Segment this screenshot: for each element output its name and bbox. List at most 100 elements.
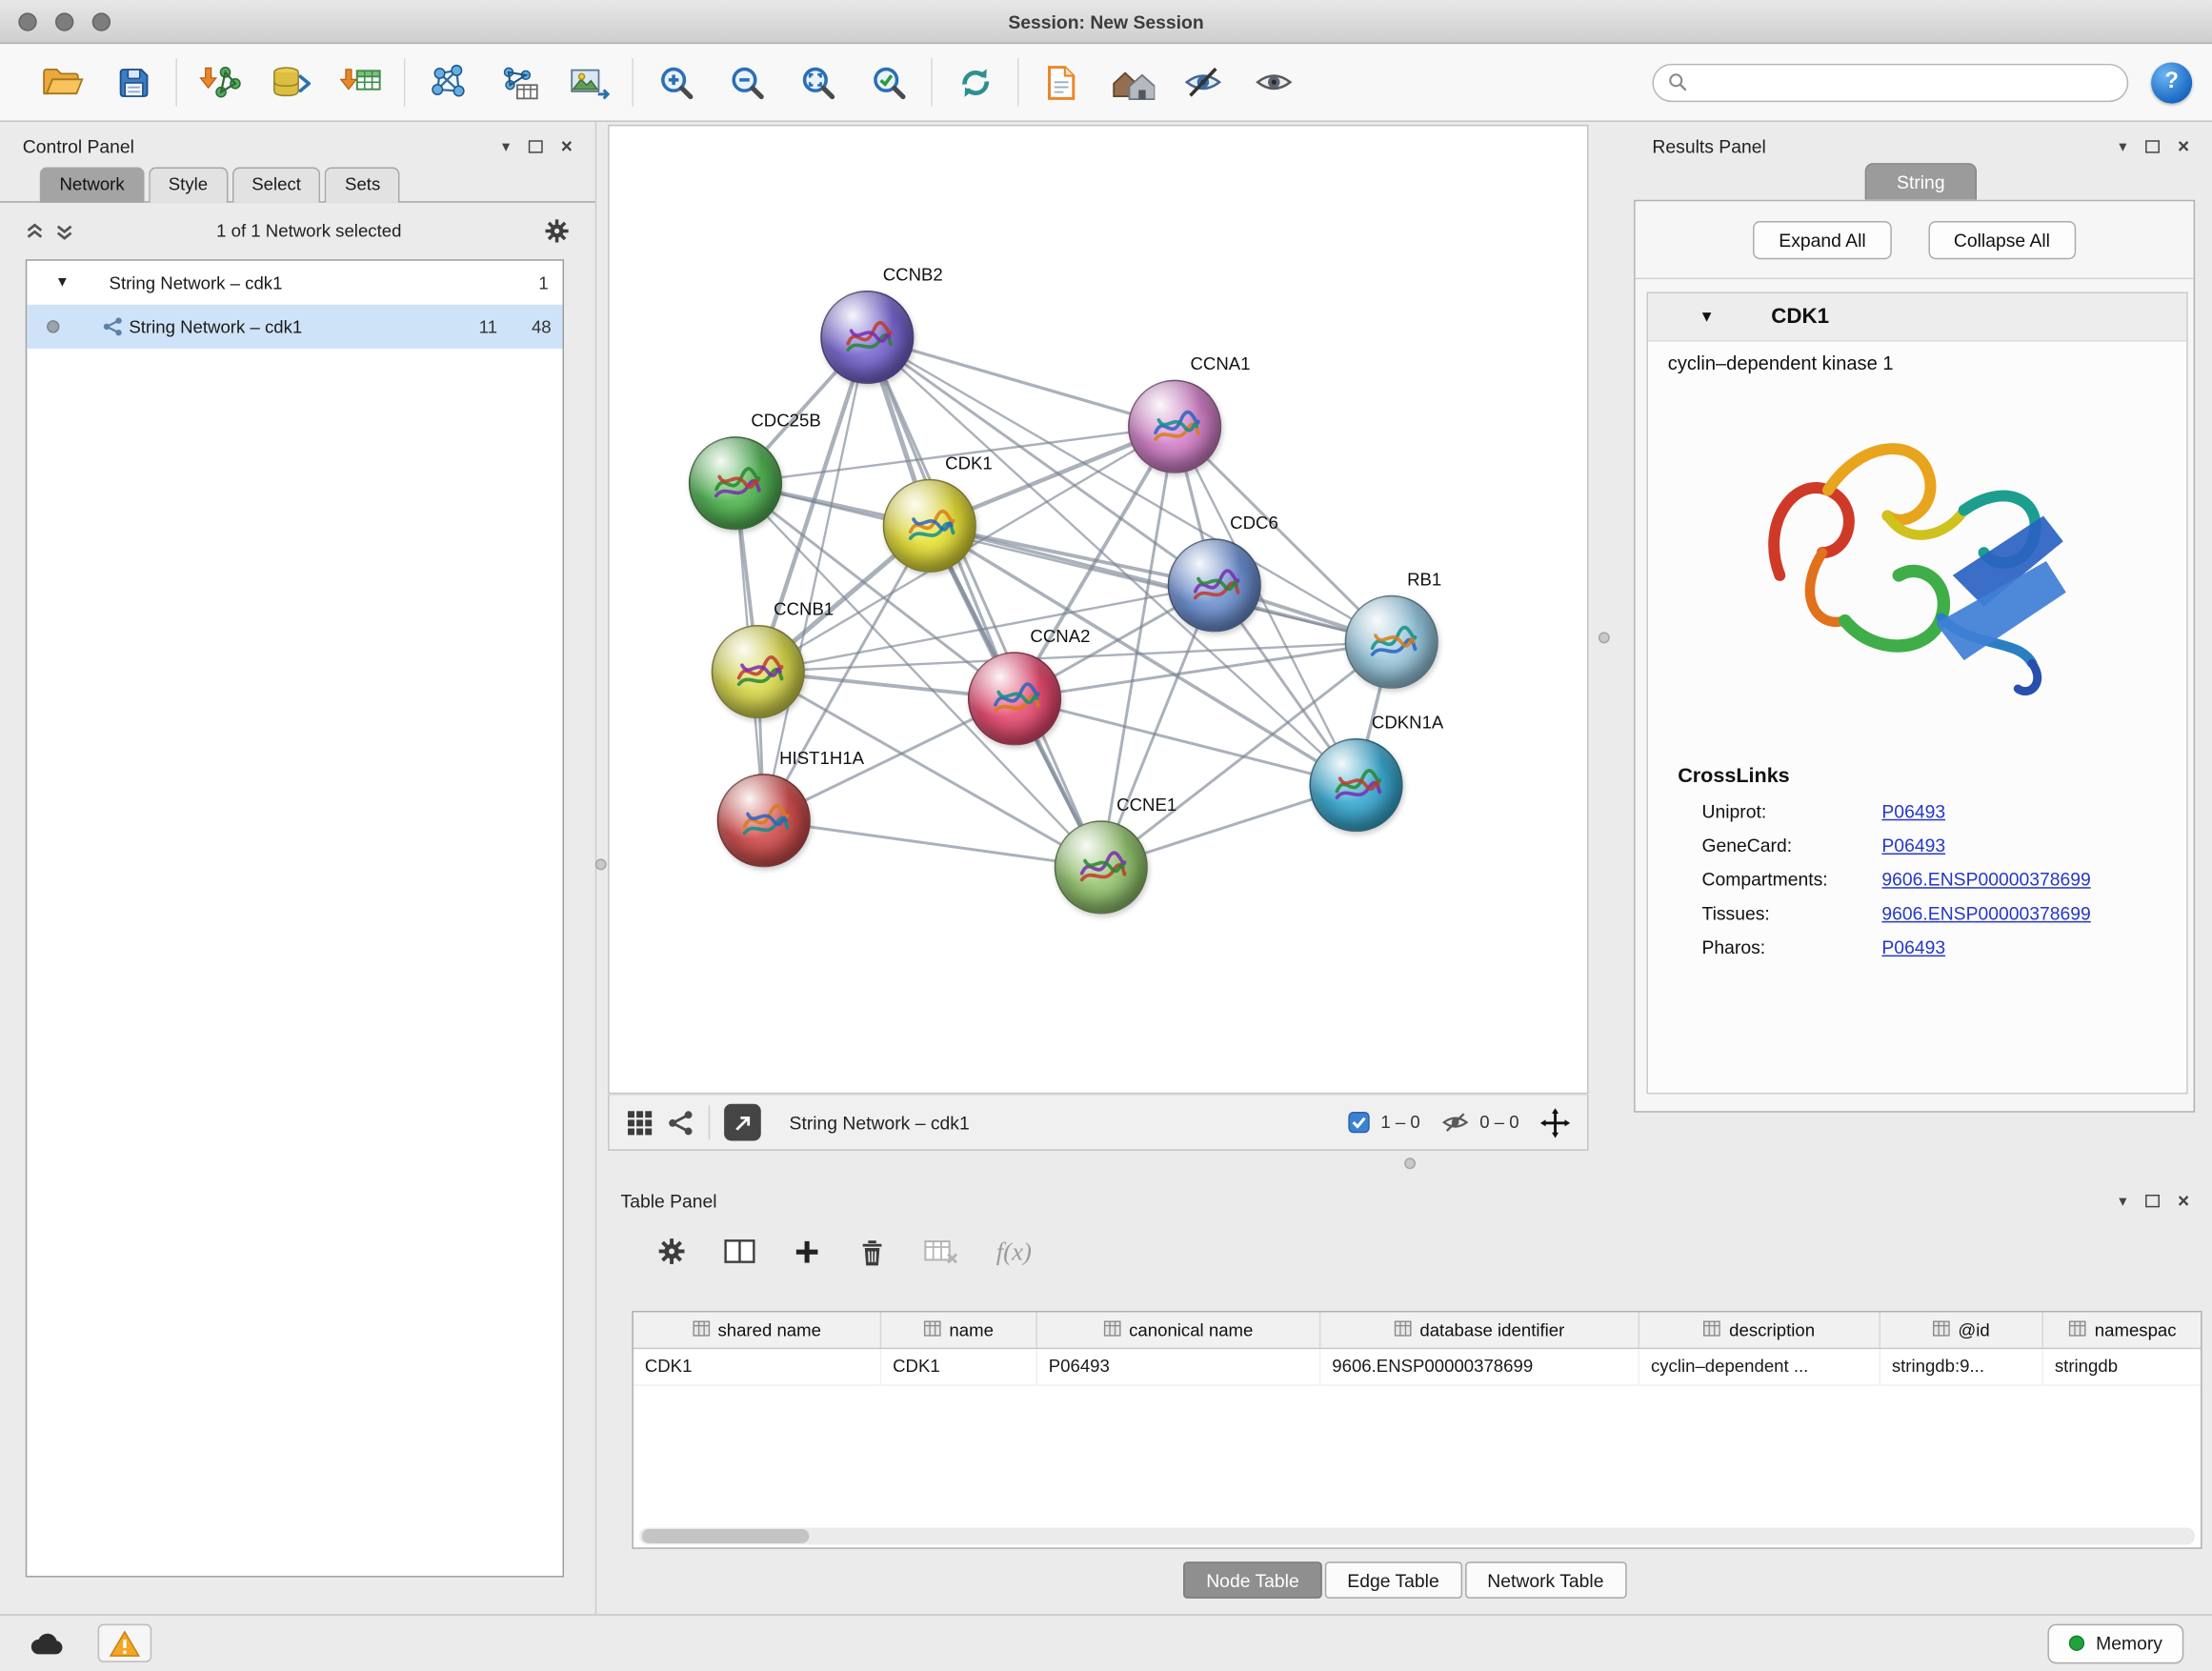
column-header--id[interactable]: @id (1880, 1312, 2043, 1347)
column-header-namespac[interactable]: namespac (2043, 1312, 2202, 1347)
grid-view-icon[interactable] (626, 1109, 653, 1136)
collapse-all-button[interactable]: Collapse All (1928, 221, 2076, 259)
panel-float-icon[interactable] (529, 140, 543, 152)
node-CCNA2[interactable] (968, 652, 1061, 745)
tree-caret-icon[interactable]: ▼ (55, 275, 75, 291)
column-header-name[interactable]: name (881, 1312, 1037, 1347)
pan-crosshair-icon[interactable] (1540, 1107, 1570, 1137)
import-network-from-database-icon[interactable] (267, 59, 315, 105)
search-input[interactable] (1697, 72, 2113, 92)
crosslink-value-link[interactable]: P06493 (1881, 936, 1945, 957)
import-table-from-file-icon[interactable] (337, 59, 386, 105)
collapse-caret-icon[interactable]: ▼ (1699, 309, 1715, 326)
network-canvas[interactable]: CCNB2CCNA1CDC25BCDK1CDC6RB1CCNB1CCNA2CDK… (608, 125, 1588, 1094)
panel-close-icon[interactable]: × (2178, 1193, 2189, 1207)
zoom-window-button[interactable] (92, 12, 111, 30)
table-cell[interactable]: cyclin–dependent ... (1639, 1349, 1880, 1384)
hide-selected-icon[interactable] (1179, 59, 1228, 105)
table-cell[interactable]: 9606.ENSP00000378699 (1320, 1349, 1639, 1384)
delete-column-trash-icon[interactable] (858, 1237, 885, 1266)
cloud-icon[interactable] (29, 1630, 67, 1657)
panel-menu-icon[interactable]: ▾ (502, 137, 510, 155)
new-network-icon[interactable] (424, 59, 473, 105)
horizontal-splitter[interactable] (1404, 1158, 1416, 1169)
table-cell[interactable]: CDK1 (633, 1349, 881, 1384)
column-header-canonical-name[interactable]: canonical name (1037, 1312, 1321, 1347)
import-network-from-file-icon[interactable] (195, 59, 244, 105)
table-cell[interactable]: CDK1 (881, 1349, 1037, 1384)
detach-view-button[interactable] (724, 1104, 761, 1141)
tab-edge-table[interactable]: Edge Table (1324, 1561, 1461, 1599)
collapse-all-networks-icon[interactable] (26, 222, 44, 240)
table-horizontal-scrollbar[interactable] (639, 1528, 2195, 1545)
tab-string[interactable]: String (1864, 163, 1978, 200)
scrollbar-thumb[interactable] (642, 1529, 810, 1543)
panel-close-icon[interactable]: × (2178, 139, 2189, 153)
vertical-splitter-right[interactable] (1599, 632, 1610, 643)
tab-network[interactable]: Network (40, 168, 145, 203)
show-columns-icon[interactable] (724, 1238, 755, 1266)
documentation-icon[interactable] (1037, 59, 1086, 105)
expand-all-button[interactable]: Expand All (1754, 221, 1892, 259)
network-options-gear-icon[interactable] (544, 218, 570, 244)
search-box[interactable] (1652, 63, 2128, 101)
panel-menu-icon[interactable]: ▾ (2119, 137, 2126, 155)
add-column-icon[interactable] (794, 1238, 820, 1264)
network-row[interactable]: String Network – cdk1 11 48 (27, 305, 562, 349)
memory-button[interactable]: Memory (2048, 1623, 2184, 1663)
zoom-selected-icon[interactable] (864, 59, 913, 105)
crosslink-value-link[interactable]: 9606.ENSP00000378699 (1881, 903, 2090, 924)
warning-button[interactable] (98, 1624, 152, 1662)
node-HIST1H1A[interactable] (717, 774, 811, 867)
tab-select[interactable]: Select (231, 168, 320, 203)
table-settings-gear-icon[interactable] (657, 1238, 686, 1266)
show-all-icon[interactable] (1250, 59, 1298, 105)
column-header-description[interactable]: description (1639, 1312, 1880, 1347)
zoom-fit-icon[interactable] (794, 59, 842, 105)
new-network-from-table-icon[interactable] (494, 59, 543, 105)
tab-node-table[interactable]: Node Table (1183, 1561, 1321, 1599)
open-session-icon[interactable] (38, 59, 87, 105)
network-collection-row[interactable]: ▼ String Network – cdk1 1 (27, 261, 562, 305)
close-window-button[interactable] (18, 12, 36, 30)
tab-network-table[interactable]: Network Table (1465, 1561, 1627, 1599)
node-CCNB1[interactable] (712, 625, 805, 718)
table-row[interactable]: CDK1CDK1P064939606.ENSP00000378699cyclin… (633, 1349, 2201, 1386)
gene-card-header[interactable]: ▼ CDK1 (1648, 293, 2186, 342)
zoom-in-icon[interactable] (652, 59, 700, 105)
vertical-splitter-left[interactable] (595, 858, 607, 870)
table-cell[interactable]: stringdb (2043, 1349, 2202, 1384)
crosslink-value-link[interactable]: P06493 (1881, 800, 1945, 821)
home-icon[interactable] (1108, 59, 1156, 105)
node-RB1[interactable] (1345, 595, 1438, 689)
column-header-database-identifier[interactable]: database identifier (1320, 1312, 1639, 1347)
node-CCNB2[interactable] (820, 291, 914, 384)
node-CDK1[interactable] (883, 479, 976, 573)
birdseye-view-icon[interactable] (668, 1109, 694, 1136)
tab-style[interactable]: Style (149, 168, 228, 203)
column-header-shared-name[interactable]: shared name (633, 1312, 881, 1347)
selected-checkbox-icon[interactable] (1348, 1111, 1371, 1134)
apply-layout-icon[interactable] (951, 59, 999, 105)
table-cell[interactable]: P06493 (1037, 1349, 1321, 1384)
node-CDC6[interactable] (1168, 538, 1261, 632)
zoom-out-icon[interactable] (723, 59, 772, 105)
crosslink-value-link[interactable]: P06493 (1881, 835, 1945, 856)
panel-float-icon[interactable] (2145, 140, 2160, 152)
help-button[interactable]: ? (2151, 62, 2192, 103)
node-CDKN1A[interactable] (1309, 738, 1402, 832)
node-CCNA1[interactable] (1128, 380, 1221, 473)
hidden-eye-slash-icon[interactable] (1441, 1111, 1470, 1134)
panel-float-icon[interactable] (2145, 1194, 2160, 1206)
tab-sets[interactable]: Sets (325, 168, 400, 203)
minimize-window-button[interactable] (55, 12, 73, 30)
node-CCNE1[interactable] (1055, 820, 1148, 914)
save-session-icon[interactable] (110, 59, 158, 105)
expand-all-networks-icon[interactable] (55, 222, 73, 240)
panel-menu-icon[interactable]: ▾ (2119, 1191, 2126, 1209)
node-CDC25B[interactable] (689, 436, 782, 530)
table-cell[interactable]: stringdb:9... (1880, 1349, 2043, 1384)
export-network-image-icon[interactable] (566, 59, 614, 105)
crosslink-value-link[interactable]: 9606.ENSP00000378699 (1881, 869, 2090, 890)
panel-close-icon[interactable]: × (561, 139, 573, 153)
